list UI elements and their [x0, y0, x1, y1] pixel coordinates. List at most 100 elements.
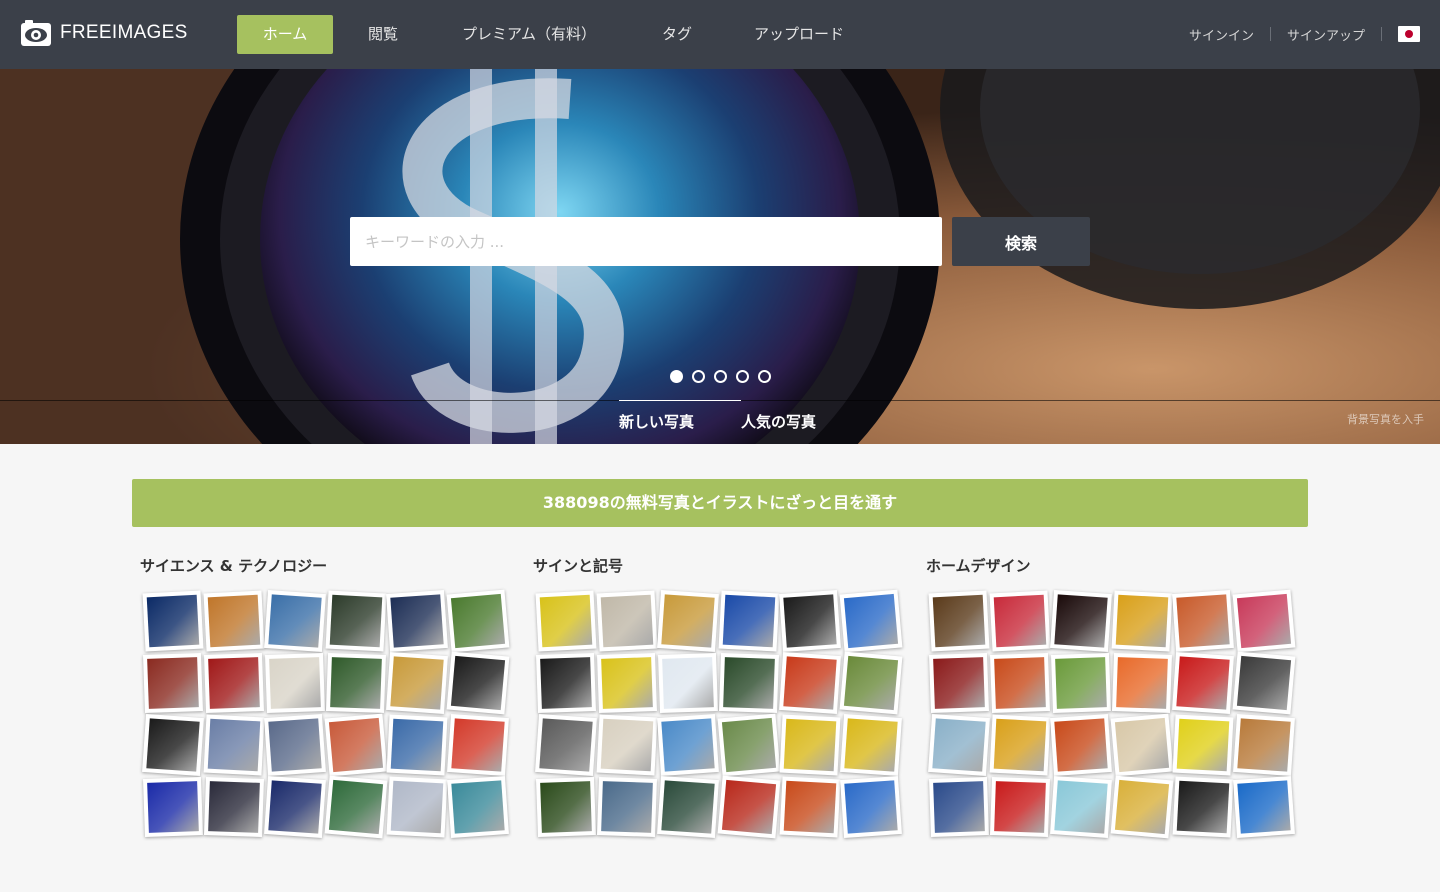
photo-thumbnail[interactable] — [386, 776, 448, 838]
photo-thumbnail[interactable] — [1233, 714, 1295, 776]
photo-thumbnail[interactable] — [779, 652, 841, 714]
photo-image — [932, 718, 986, 772]
site-logo[interactable]: FREEIMAGES — [20, 17, 188, 49]
photo-thumbnail[interactable] — [535, 714, 597, 776]
photo-thumbnail[interactable] — [718, 590, 780, 652]
japan-flag-icon[interactable] — [1398, 26, 1420, 42]
photo-thumbnail[interactable] — [447, 776, 509, 838]
photo-thumbnail[interactable] — [204, 777, 264, 837]
photo-thumbnail[interactable] — [536, 777, 596, 837]
photo-thumbnail[interactable] — [839, 589, 903, 653]
photo-thumbnail[interactable] — [265, 653, 325, 713]
signup-link[interactable]: サインアップ — [1287, 25, 1365, 44]
photo-thumbnail[interactable] — [1172, 652, 1234, 714]
nav-tags[interactable]: タグ — [625, 15, 729, 54]
auth-links: サインイン サインアップ — [1189, 22, 1420, 46]
photo-thumbnail[interactable] — [446, 589, 510, 653]
photo-thumbnail[interactable] — [264, 590, 326, 652]
photo-thumbnail[interactable] — [657, 776, 719, 838]
photo-thumbnail[interactable] — [597, 777, 657, 837]
photo-thumbnail[interactable] — [142, 590, 204, 652]
photo-thumbnail[interactable] — [657, 590, 719, 652]
photo-thumbnail[interactable] — [990, 653, 1050, 713]
photo-thumbnail[interactable] — [1050, 590, 1112, 652]
category-title[interactable]: サイエンス & テクノロジー — [140, 554, 512, 578]
signin-link[interactable]: サインイン — [1189, 25, 1254, 44]
photo-thumbnail[interactable] — [386, 590, 448, 652]
photo-thumbnail[interactable] — [717, 713, 781, 777]
photo-image — [843, 655, 899, 711]
photo-thumbnail[interactable] — [535, 590, 597, 652]
photo-thumbnail[interactable] — [719, 653, 779, 713]
photo-thumbnail[interactable] — [204, 653, 264, 713]
photo-thumbnail[interactable] — [203, 714, 265, 776]
photo-thumbnail[interactable] — [990, 777, 1050, 837]
photo-thumbnail[interactable] — [840, 714, 902, 776]
photo-thumbnail[interactable] — [1232, 589, 1296, 653]
photo-thumbnail[interactable] — [446, 651, 510, 715]
photo-thumbnail[interactable] — [1051, 653, 1111, 713]
photo-thumbnail[interactable] — [143, 777, 203, 837]
photo-thumbnail[interactable] — [324, 775, 388, 839]
photo-thumbnail[interactable] — [203, 590, 265, 652]
photo-thumbnail[interactable] — [324, 713, 388, 777]
nav-home[interactable]: ホーム — [237, 15, 333, 54]
slide-dot[interactable] — [758, 370, 771, 383]
browse-banner[interactable]: 388098の無料写真とイラストにざっと目を通す — [132, 479, 1308, 527]
tab-popular-photos[interactable]: 人気の写真 — [741, 400, 861, 444]
photo-thumbnail[interactable] — [264, 776, 326, 838]
photo-thumbnail[interactable] — [657, 714, 719, 776]
search-input[interactable] — [350, 217, 942, 266]
photo-thumbnail[interactable] — [928, 590, 990, 652]
slide-dot[interactable] — [736, 370, 749, 383]
photo-thumbnail[interactable] — [596, 590, 658, 652]
photo-thumbnail[interactable] — [929, 777, 989, 837]
photo-thumbnail[interactable] — [536, 653, 596, 713]
photo-thumbnail[interactable] — [658, 653, 718, 713]
nav-upload[interactable]: アップロード — [729, 15, 869, 54]
background-photo-link[interactable]: 背景写真を入手 — [1347, 411, 1424, 427]
photo-image — [1114, 779, 1170, 835]
photo-thumbnail[interactable] — [839, 651, 903, 715]
photo-thumbnail[interactable] — [1172, 776, 1234, 838]
slide-dot[interactable] — [692, 370, 705, 383]
photo-thumbnail[interactable] — [779, 776, 841, 838]
tab-new-photos[interactable]: 新しい写真 — [619, 400, 741, 444]
photo-thumbnail[interactable] — [325, 590, 387, 652]
photo-thumbnail[interactable] — [386, 652, 448, 714]
search-button[interactable]: 検索 — [952, 217, 1090, 266]
photo-thumbnail[interactable] — [326, 653, 386, 713]
slide-dot[interactable] — [714, 370, 727, 383]
photo-thumbnail[interactable] — [929, 653, 989, 713]
slide-dot[interactable] — [670, 370, 683, 383]
photo-thumbnail[interactable] — [717, 775, 781, 839]
photo-thumbnail[interactable] — [1172, 590, 1234, 652]
photo-thumbnail[interactable] — [596, 714, 658, 776]
photo-thumbnail[interactable] — [447, 714, 509, 776]
photo-thumbnail[interactable] — [1050, 714, 1112, 776]
photo-thumbnail[interactable] — [386, 714, 448, 776]
photo-thumbnail[interactable] — [264, 714, 326, 776]
photo-thumbnail[interactable] — [1110, 713, 1174, 777]
photo-thumbnail[interactable] — [1232, 651, 1296, 715]
nav-premium[interactable]: プレミアム（有料） — [433, 15, 625, 54]
photo-thumbnail[interactable] — [1172, 714, 1234, 776]
photo-image — [207, 594, 261, 648]
photo-thumbnail[interactable] — [1111, 590, 1173, 652]
category-title[interactable]: サインと記号 — [533, 554, 905, 578]
photo-thumbnail[interactable] — [840, 776, 902, 838]
category-title[interactable]: ホームデザイン — [926, 554, 1298, 578]
photo-thumbnail[interactable] — [1112, 653, 1172, 713]
photo-thumbnail[interactable] — [1110, 775, 1174, 839]
photo-thumbnail[interactable] — [989, 714, 1051, 776]
photo-thumbnail[interactable] — [989, 590, 1051, 652]
photo-thumbnail[interactable] — [779, 590, 841, 652]
photo-thumbnail[interactable] — [142, 714, 204, 776]
photo-thumbnail[interactable] — [597, 653, 657, 713]
photo-thumbnail[interactable] — [143, 653, 203, 713]
photo-thumbnail[interactable] — [1050, 776, 1112, 838]
photo-thumbnail[interactable] — [928, 714, 990, 776]
photo-thumbnail[interactable] — [1233, 776, 1295, 838]
photo-thumbnail[interactable] — [779, 714, 841, 776]
nav-browse[interactable]: 閲覧 — [333, 15, 433, 54]
